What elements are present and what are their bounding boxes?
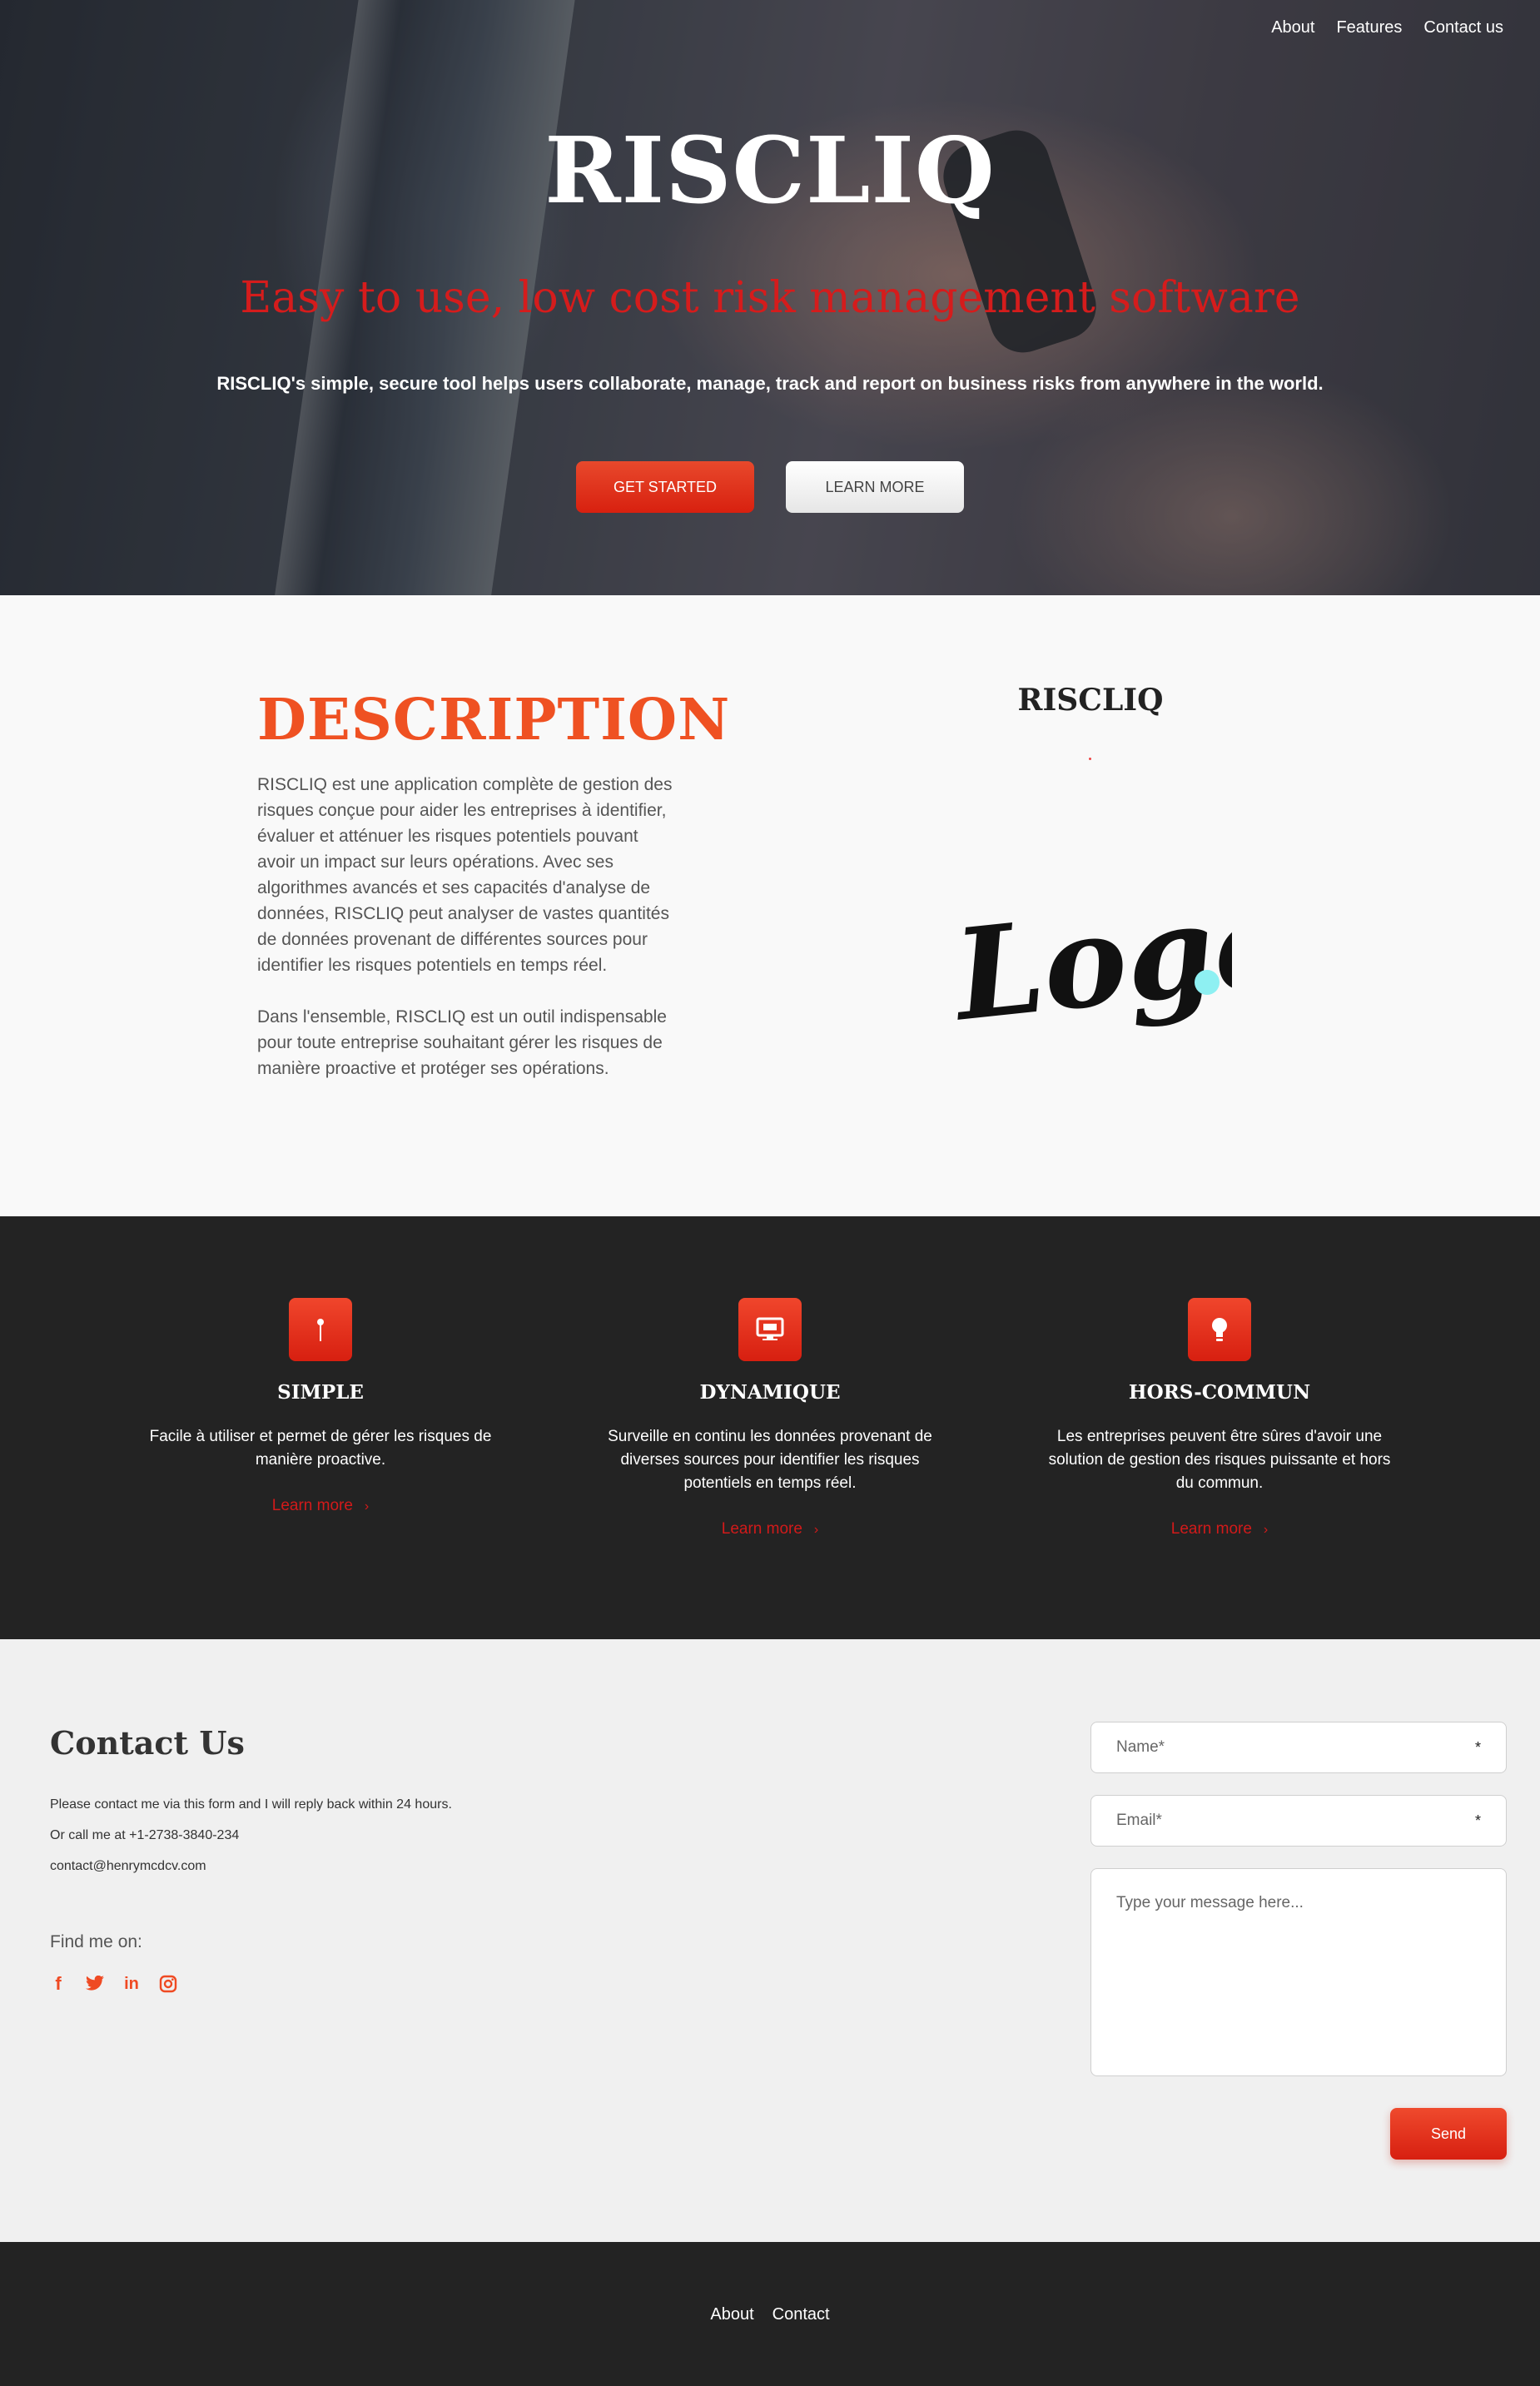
feature-description: Les entreprises peuvent être sûres d'avo…	[1048, 1428, 1391, 1492]
brand-dot	[1089, 758, 1091, 760]
brand-title: RISCLIQ	[1017, 683, 1164, 718]
contact-instructions: Please contact me via this form and I wi…	[50, 1797, 452, 1812]
feature-description: Facile à utiliser et permet de gérer les…	[149, 1428, 492, 1469]
contact-section: Contact Us Please contact me via this fo…	[0, 1639, 1540, 2242]
footer-link-about[interactable]: About	[710, 2305, 753, 2324]
name-placeholder: Name*	[1116, 1738, 1165, 1756]
get-started-button[interactable]: GET STARTED	[576, 461, 754, 513]
hero-tagline: Easy to use, low cost risk management so…	[240, 273, 1300, 323]
feature-hors-commun: HORS-COMMUN Les entreprises peuvent être…	[1028, 1298, 1411, 1538]
social-links: f in	[48, 1973, 178, 1994]
message-placeholder: Type your message here...	[1116, 1894, 1304, 1911]
lightbulb-icon	[1188, 1298, 1251, 1361]
email-placeholder: Email*	[1116, 1812, 1162, 1829]
pin-icon	[289, 1298, 352, 1361]
top-nav: About Features Contact us	[1271, 18, 1503, 37]
feature-link-label: Learn more	[1170, 1520, 1252, 1538]
nav-about[interactable]: About	[1271, 18, 1314, 37]
contact-title: Contact Us	[50, 1724, 245, 1762]
feature-learn-more-link[interactable]: Learn more ›	[1171, 1520, 1269, 1538]
name-field[interactable]: Name* *	[1090, 1722, 1507, 1773]
description-title: DESCRIPTION	[257, 687, 731, 753]
nav-features[interactable]: Features	[1336, 18, 1402, 37]
hero-buttons: GET STARTED LEARN MORE	[0, 461, 1540, 513]
feature-description: Surveille en continu les données provena…	[608, 1428, 932, 1492]
linkedin-icon[interactable]: in	[122, 1974, 142, 1994]
description-paragraph-1: RISCLIQ est une application complète de …	[257, 775, 673, 975]
contact-email: contact@henrymcdcv.com	[50, 1859, 206, 1873]
chevron-right-icon: ›	[1263, 1523, 1269, 1537]
logo-image: Logo	[949, 867, 1232, 1049]
description-section: DESCRIPTION RISCLIQ est une application …	[0, 595, 1540, 1216]
feature-title: SIMPLE	[277, 1381, 364, 1404]
instagram-icon[interactable]	[158, 1974, 178, 1994]
logo-dot	[1195, 970, 1220, 995]
feature-title: DYNAMIQUE	[699, 1381, 841, 1404]
feature-simple: SIMPLE Facile à utiliser et permet de gé…	[129, 1298, 512, 1515]
hero-title: RISCLIQ	[544, 117, 996, 224]
feature-link-label: Learn more	[721, 1520, 802, 1538]
email-field[interactable]: Email* *	[1090, 1795, 1507, 1847]
feature-learn-more-link[interactable]: Learn more ›	[272, 1497, 370, 1515]
learn-more-button[interactable]: LEARN MORE	[786, 461, 964, 513]
feature-link-label: Learn more	[271, 1497, 353, 1514]
chevron-right-icon: ›	[364, 1499, 370, 1514]
logo-text: Logo	[949, 867, 1232, 1049]
hero-subtitle: RISCLIQ's simple, secure tool helps user…	[216, 373, 1324, 394]
description-paragraph-2: Dans l'ensemble, RISCLIQ est un outil in…	[257, 1007, 667, 1078]
monitor-icon	[738, 1298, 802, 1361]
contact-phone: Or call me at +1-2738-3840-234	[50, 1828, 240, 1842]
nav-contact[interactable]: Contact us	[1423, 18, 1503, 37]
features-section: SIMPLE Facile à utiliser et permet de gé…	[0, 1216, 1540, 1639]
footer-nav: About Contact	[0, 2305, 1540, 2324]
feature-dynamique: DYNAMIQUE Surveille en continu les donné…	[579, 1298, 961, 1538]
required-marker: *	[1474, 1812, 1481, 1829]
required-marker: *	[1474, 1738, 1481, 1756]
twitter-icon[interactable]	[85, 1974, 105, 1994]
footer-link-contact[interactable]: Contact	[772, 2305, 830, 2324]
chevron-right-icon: ›	[813, 1523, 819, 1537]
hero-section: About Features Contact us RISCLIQ Easy t…	[0, 0, 1540, 595]
facebook-icon[interactable]: f	[48, 1973, 68, 1994]
description-text: RISCLIQ est une application complète de …	[257, 772, 673, 1081]
feature-title: HORS-COMMUN	[1128, 1381, 1311, 1404]
message-textarea[interactable]: Type your message here...	[1090, 1868, 1507, 2076]
send-button[interactable]: Send	[1390, 2108, 1507, 2160]
footer: About Contact	[0, 2242, 1540, 2386]
feature-learn-more-link[interactable]: Learn more ›	[722, 1520, 819, 1538]
find-me-label: Find me on:	[50, 1932, 142, 1951]
